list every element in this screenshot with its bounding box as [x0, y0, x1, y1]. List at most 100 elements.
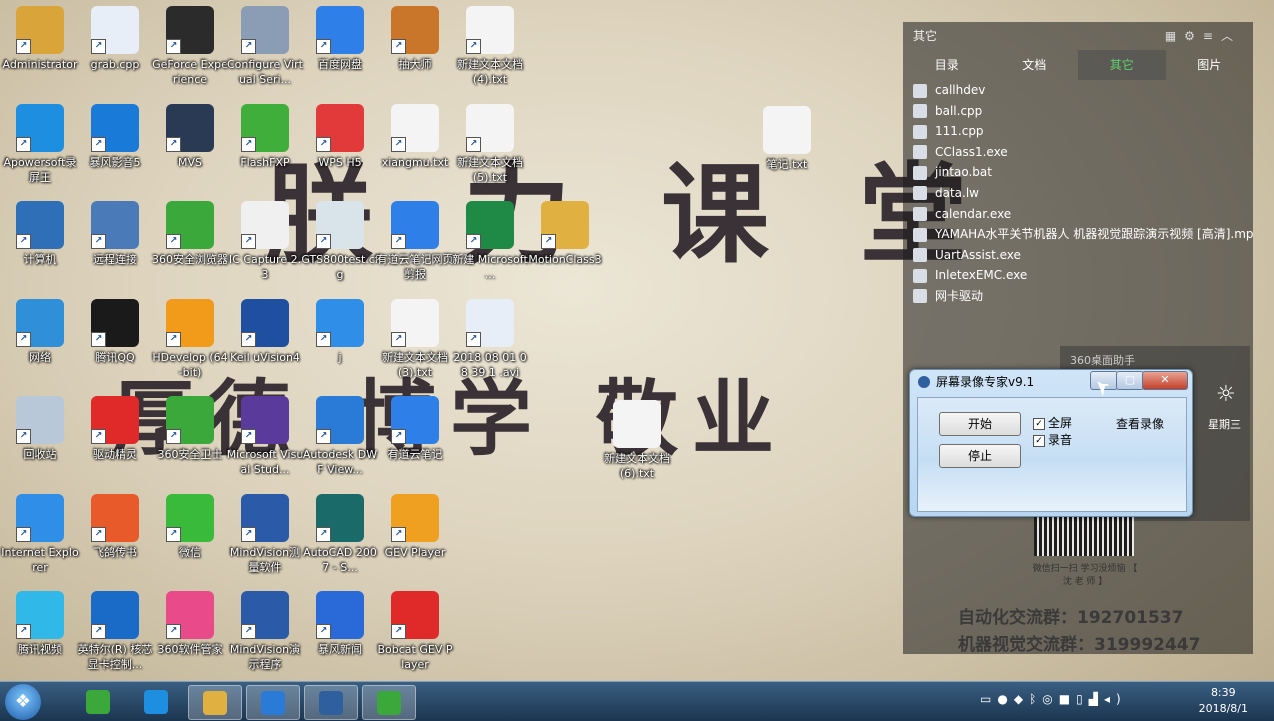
desktop-icon[interactable]: ↗ 微信	[151, 493, 229, 560]
nvidia-tray-icon[interactable]: ■	[1059, 692, 1076, 706]
tab-other[interactable]: 其它	[1078, 50, 1166, 80]
desktop-icon[interactable]: ↗ xiangmu.txt	[376, 103, 454, 170]
menu-icon[interactable]: ≡	[1203, 29, 1221, 43]
file-list-item[interactable]: ball.cpp	[903, 101, 1253, 122]
chevron-up-icon[interactable]: ︿	[1221, 29, 1241, 43]
file-list-item[interactable]: CClass1.exe	[903, 142, 1253, 163]
screen-recorder-dialog: 屏幕录像专家v9.1 ▁ ▢ ✕ 开始 停止 ✓ 全屏 ✓ 录音 查看录像	[909, 369, 1193, 517]
grid-icon[interactable]: ▦	[1165, 29, 1184, 43]
fullscreen-checkbox[interactable]: ✓ 全屏	[1033, 414, 1072, 431]
close-button[interactable]: ✕	[1142, 371, 1188, 390]
taskbar-clock[interactable]: 8:39 2018/8/1	[1199, 685, 1248, 717]
tab-directory[interactable]: 目录	[903, 50, 991, 80]
desktop-icon[interactable]: ↗ MotionClass3	[526, 201, 604, 267]
desktop-icon[interactable]: ↗ Autodesk DWF View...	[301, 396, 379, 477]
start-button[interactable]: 开始	[939, 412, 1021, 436]
battery-icon[interactable]: ▯	[1076, 692, 1089, 706]
desktop-icon[interactable]: ↗ 新建文本文档(5).txt	[451, 103, 529, 185]
network-tray-icon[interactable]: ▟	[1089, 692, 1104, 706]
shortcut-arrow-icon: ↗	[16, 136, 31, 152]
desktop-icon[interactable]: ↗ 360软件管家	[151, 591, 229, 657]
file-list-item[interactable]: YAMAHA水平关节机器人 机器视觉跟踪演示视频 [高清].mp4	[903, 224, 1253, 245]
desktop-icon[interactable]: ↗ 腾讯视频	[1, 591, 79, 657]
file-list-item[interactable]: 111.cpp	[903, 121, 1253, 142]
desktop-icon[interactable]: ↗ 有道云笔记	[376, 396, 454, 462]
file-name: InletexEMC.exe	[935, 268, 1028, 283]
file-list-item[interactable]: jintao.bat	[903, 162, 1253, 183]
file-list-item[interactable]: InletexEMC.exe	[903, 265, 1253, 286]
desktop-icon[interactable]: ↗ 腾讯QQ	[76, 298, 154, 365]
desktop-icon[interactable]: ↗ GTS800test.cfg	[301, 201, 379, 282]
driver-icon: ↗	[91, 396, 139, 444]
desktop-icon[interactable]: ↗ 驱动精灵	[76, 396, 154, 462]
tab-documents[interactable]: 文档	[991, 50, 1079, 80]
desktop-icon[interactable]: ↗ 百度网盘	[301, 6, 379, 72]
desktop-icon[interactable]: ↗ 计算机	[1, 201, 79, 267]
desktop-icon[interactable]: ↗ j	[301, 298, 379, 365]
desktop-icon[interactable]: ↗ 新建文本文档(4).txt	[451, 6, 529, 87]
file-list-item[interactable]: 网卡驱动	[903, 286, 1253, 307]
desktop-icon[interactable]: ↗ 新建文本文档(3).txt	[376, 298, 454, 380]
desktop-icon[interactable]: ↗ Administrator	[1, 6, 79, 72]
desktop-icon[interactable]: ↗ Bobcat GEV Player	[376, 591, 454, 672]
start-button[interactable]: ❖	[5, 684, 41, 720]
wechat-tray-icon[interactable]: ◎	[1042, 692, 1058, 706]
desktop-icon[interactable]: ↗ Apowersoft录屏王	[1, 103, 79, 185]
desktop-icon[interactable]: ↗ grab.cpp	[76, 6, 154, 72]
file-list-item[interactable]: UartAssist.exe	[903, 245, 1253, 266]
volume-icon[interactable]: ◂)	[1104, 692, 1127, 706]
file-list-item[interactable]: calendar.exe	[903, 204, 1253, 225]
desktop-icon[interactable]: ↗ Configure Virtual Seri...	[226, 6, 304, 87]
desktop-icon[interactable]: ↗ Internet Explorer	[1, 493, 79, 575]
bluetooth-icon[interactable]: ᛒ	[1029, 692, 1042, 706]
dialog-titlebar[interactable]: 屏幕录像专家v9.1 ▁ ▢ ✕	[910, 370, 1192, 394]
desktop-icon[interactable]: ↗ 英特尔(R) 核芯显卡控制...	[76, 591, 154, 672]
desktop-icon[interactable]: ↗ GEV Player	[376, 493, 454, 560]
desktop-icon[interactable]: ↗ 暴风新闻	[301, 591, 379, 657]
desktop-icon[interactable]: ↗ 新建 Microsoft ...	[451, 201, 529, 282]
file-panel-controls[interactable]: ▦⚙≡︿	[1165, 22, 1241, 50]
file-icon	[913, 104, 927, 119]
shield-tray-icon[interactable]: ◆	[1014, 692, 1029, 706]
system-tray[interactable]: ▭●◆ᛒ◎■▯▟◂)	[980, 692, 1127, 706]
taskbar-app-button[interactable]	[130, 685, 182, 718]
taskbar-app-button[interactable]	[188, 685, 242, 720]
tab-images[interactable]: 图片	[1166, 50, 1254, 80]
desktop-icon[interactable]: ↗ 有道云笔记网页剪报	[376, 201, 454, 282]
desktop-icon[interactable]: ↗ HDevelop (64-bit)	[151, 298, 229, 380]
keyboard-icon[interactable]: ▭	[980, 692, 997, 706]
audio-checkbox[interactable]: ✓ 录音	[1033, 431, 1072, 448]
desktop-icon[interactable]: ↗ MindVision测量软件	[226, 493, 304, 575]
file-list-item[interactable]: data.lw	[903, 183, 1253, 204]
desktop-icon[interactable]: ↗ 2018 08 01 08 39 1 .avi	[451, 298, 529, 380]
desktop-icon[interactable]: ↗ 360安全卫士	[151, 396, 229, 462]
desktop-icon[interactable]: ↗ 回收站	[1, 396, 79, 462]
desktop-icon[interactable]: ↗ MindVision演示程序	[226, 591, 304, 672]
desktop-icon[interactable]: ↗ 远程连接	[76, 201, 154, 267]
taskbar-app-button[interactable]	[304, 685, 358, 720]
desktop-icon[interactable]: ↗ 暴风影音5	[76, 103, 154, 170]
view-recordings-link[interactable]: 查看录像	[1116, 415, 1164, 432]
desktop-icon[interactable]: ↗ IC Capture 2.3	[226, 201, 304, 282]
desktop-icon[interactable]: ↗ Microsoft Visual Stud...	[226, 396, 304, 477]
desktop-icon[interactable]: ↗ 360安全浏览器	[151, 201, 229, 267]
desktop-icon[interactable]: ↗ WPS H5	[301, 103, 379, 170]
taskbar-app-button[interactable]	[72, 685, 124, 718]
settings-icon[interactable]: ⚙	[1184, 29, 1203, 43]
desktop-icon[interactable]: ↗ Keil uVision4	[226, 298, 304, 365]
desktop-icon[interactable]: ↗ 飞鸽传书	[76, 493, 154, 560]
desktop-icon[interactable]: ↗ FlashFXP	[226, 103, 304, 170]
record-icon[interactable]: ●	[997, 692, 1013, 706]
taskbar-app-button[interactable]	[362, 685, 416, 720]
desktop-icon[interactable]: 新建文本文档(6).txt	[598, 400, 676, 481]
desktop-icon[interactable]: ↗ AutoCAD 2007 - S...	[301, 493, 379, 575]
desktop-icon[interactable]: 笔记.txt	[748, 106, 826, 172]
maximize-button[interactable]: ▢	[1116, 371, 1144, 390]
desktop-icon[interactable]: ↗ 网络	[1, 298, 79, 365]
taskbar-app-button[interactable]	[246, 685, 300, 720]
file-list-item[interactable]: callhdev	[903, 80, 1253, 101]
desktop-icon[interactable]: ↗ MVS	[151, 103, 229, 170]
desktop-icon[interactable]: ↗ 抽大师	[376, 6, 454, 72]
desktop-icon[interactable]: ↗ GeForce Experience	[151, 6, 229, 87]
stop-button[interactable]: 停止	[939, 444, 1021, 468]
